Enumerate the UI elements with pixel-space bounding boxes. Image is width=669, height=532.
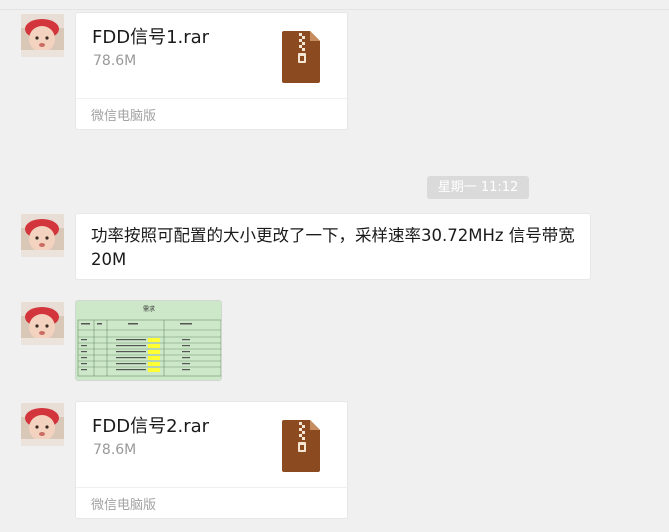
zip-archive-icon (282, 31, 322, 83)
image-title: 需求 (143, 305, 155, 313)
file-source-label: 微信电脑版 (91, 498, 157, 513)
file-source-label: 微信电脑版 (91, 109, 157, 124)
file-source-footer: 微信电脑版 (76, 487, 347, 518)
file-name: FDD信号1.rar (92, 27, 210, 48)
sender-avatar[interactable] (21, 302, 64, 345)
file-message-card[interactable]: FDD信号1.rar 78.6M 微信电脑版 (75, 12, 348, 130)
sender-avatar[interactable] (21, 14, 64, 57)
top-divider (0, 9, 669, 10)
message-timestamp: 星期一 11:12 (427, 176, 529, 199)
zip-archive-icon (282, 420, 322, 472)
text-message-bubble[interactable]: 功率按照可配置的大小更改了一下，采样速率30.72MHz 信号带宽20M (75, 213, 591, 280)
file-size: 78.6M (93, 442, 137, 458)
sender-avatar[interactable] (21, 403, 64, 446)
file-message-card[interactable]: FDD信号2.rar 78.6M 微信电脑版 (75, 401, 348, 519)
file-source-footer: 微信电脑版 (76, 98, 347, 129)
file-name: FDD信号2.rar (92, 416, 210, 437)
image-message-thumbnail[interactable]: 需求 (75, 300, 222, 381)
file-size: 78.6M (93, 53, 137, 69)
sender-avatar[interactable] (21, 214, 64, 257)
